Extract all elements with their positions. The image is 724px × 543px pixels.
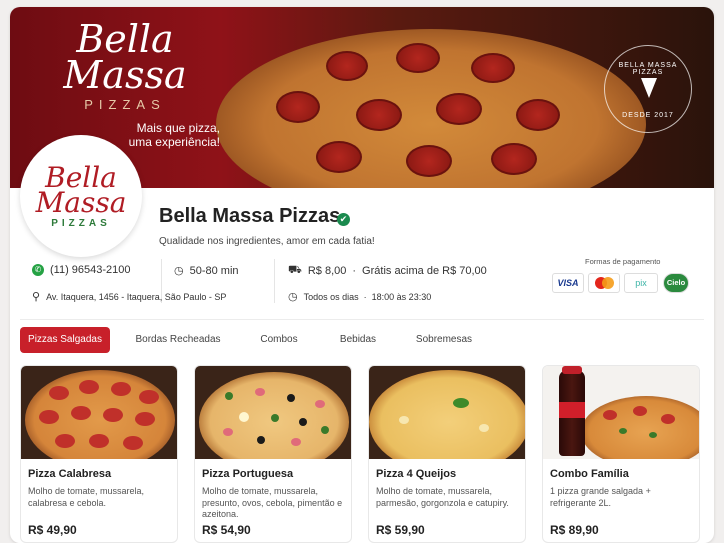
avatar-line2: Massa [35, 186, 127, 219]
verified-badge-icon: ✔ [337, 213, 350, 226]
free-delivery: Grátis acima de R$ 70,00 [362, 265, 487, 277]
product-price: R$ 59,90 [376, 523, 425, 537]
store-page: Bella Massa PIZZAS Mais que pizza, uma e… [10, 7, 714, 543]
delivery-fee: R$ 8,00 [307, 265, 347, 277]
product-image [21, 366, 177, 459]
product-price: R$ 49,90 [28, 523, 77, 537]
delivery-time: 50-80 min [189, 264, 239, 277]
hours-info: ◷ Todos os dias · 18:00 às 23:30 [288, 291, 432, 303]
phone-info[interactable]: ✆ (11) 96543-2100 [32, 264, 131, 276]
product-description: Molho de tomate, mussarela, parmesão, go… [376, 486, 509, 508]
phone-number: (11) 96543-2100 [50, 264, 131, 276]
brand-seal: BELLA MASSA PIZZAS DESDE 2017 [604, 45, 692, 133]
clock-icon: ◷ [288, 291, 298, 303]
product-name: Pizza 4 Queijos [376, 468, 457, 480]
divider [20, 319, 704, 320]
address: Av. Itaquera, 1456 - Itaquera, São Paulo… [46, 291, 227, 302]
location-pin-icon: ⚲ [32, 291, 41, 303]
product-image [543, 366, 699, 459]
avatar-sub: PIZZAS [51, 218, 111, 229]
cielo-icon: Cielo [663, 273, 689, 293]
seal-name: BELLA MASSA PIZZAS [618, 62, 678, 76]
mastercard-icon [588, 273, 620, 293]
tab-pizzas-salgadas[interactable]: Pizzas Salgadas [20, 327, 110, 353]
product-price: R$ 89,90 [550, 523, 599, 537]
payment-title: Formas de pagamento [585, 257, 661, 266]
product-card[interactable]: Pizza Calabresa Molho de tomate, mussare… [20, 365, 178, 543]
clock-icon: ◷ [174, 265, 184, 277]
tagline-line1: Mais que pizza, [136, 121, 220, 135]
banner-pizza-image [216, 29, 646, 188]
banner-logo-line2: Massa [63, 53, 187, 97]
tab-sobremesas[interactable]: Sobremesas [406, 327, 482, 353]
seal-year: DESDE 2017 [622, 112, 674, 119]
whatsapp-icon: ✆ [32, 264, 44, 276]
store-name: Bella Massa Pizzas [159, 205, 341, 227]
product-name: Combo Família [550, 468, 629, 480]
opening-days: Todos os dias [303, 291, 359, 302]
store-avatar: Bella Massa PIZZAS [20, 135, 142, 257]
opening-hours: 18:00 às 23:30 [371, 291, 432, 302]
product-name: Pizza Portuguesa [202, 468, 294, 480]
delivery-time-info: ◷ 50-80 min [174, 264, 239, 278]
product-image [195, 366, 351, 459]
product-image [369, 366, 525, 459]
delivery-fee-info: ⛟ R$ 8,00 · Grátis acima de R$ 70,00 [288, 264, 487, 277]
pix-icon: pix [624, 273, 658, 293]
banner-logo-line1: Bella [76, 17, 174, 61]
product-price: R$ 54,90 [202, 523, 251, 537]
product-card[interactable]: Pizza 4 Queijos Molho de tomate, mussare… [368, 365, 526, 543]
product-name: Pizza Calabresa [28, 468, 112, 480]
tab-bebidas[interactable]: Bebidas [328, 327, 388, 353]
product-description: 1 pizza grande salgada + refrigerante 2L… [550, 486, 651, 508]
store-description: Qualidade nos ingredientes, amor em cada… [159, 236, 375, 247]
product-card[interactable]: Pizza Portuguesa Molho de tomate, mussar… [194, 365, 352, 543]
visa-icon: VISA [552, 273, 584, 293]
product-description: Molho de tomate, mussarela, calabresa e … [28, 486, 145, 508]
banner-logo-sub: PIZZAS [84, 97, 166, 112]
pizza-slice-icon [641, 78, 657, 98]
product-description: Molho de tomate, mussarela, presunto, ov… [202, 486, 343, 519]
address-info[interactable]: ⚲ Av. Itaquera, 1456 - Itaquera, São Pau… [32, 290, 226, 303]
product-card[interactable]: Combo Família 1 pizza grande salgada + r… [542, 365, 700, 543]
tab-combos[interactable]: Combos [248, 327, 310, 353]
banner-logo: Bella Massa PIZZAS [50, 17, 200, 112]
tab-bordas-recheadas[interactable]: Bordas Recheadas [125, 327, 231, 353]
scooter-icon: ⛟ [288, 264, 302, 276]
